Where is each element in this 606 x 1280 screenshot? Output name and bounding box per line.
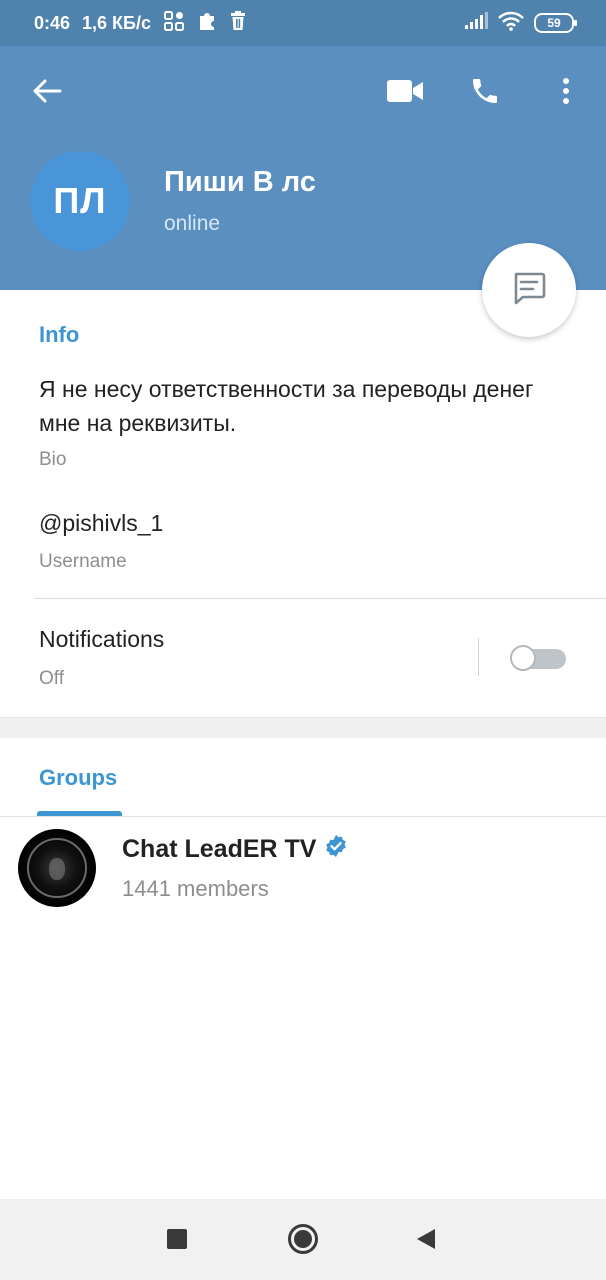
home-button[interactable] xyxy=(281,1219,325,1263)
online-status: online xyxy=(164,212,221,235)
send-message-button[interactable] xyxy=(482,243,576,337)
section-gap xyxy=(0,717,606,738)
back-triangle-icon xyxy=(415,1227,437,1256)
vertical-separator xyxy=(478,638,479,676)
wifi-icon xyxy=(498,11,524,36)
home-circle-icon xyxy=(287,1223,319,1260)
info-section-title: Info xyxy=(39,322,80,347)
message-icon xyxy=(510,269,548,312)
more-menu-button[interactable] xyxy=(544,71,588,115)
video-camera-icon xyxy=(386,78,424,109)
notifications-toggle[interactable] xyxy=(510,645,566,671)
network-speed: 1,6 КБ/с xyxy=(82,12,151,33)
divider xyxy=(34,598,606,599)
status-bar-left: 0:46 1,6 КБ/с xyxy=(34,0,247,46)
arrow-left-icon xyxy=(32,78,62,109)
signal-icon xyxy=(464,11,488,35)
avatar[interactable]: ПЛ xyxy=(30,151,130,251)
list-item[interactable]: Chat LeadER TV 1441 members xyxy=(0,820,606,916)
notifications-label[interactable]: Notifications xyxy=(39,626,164,653)
status-bar-right: 59 xyxy=(464,0,577,46)
bio-label: Bio xyxy=(39,449,67,470)
apps-grid-icon xyxy=(163,10,185,37)
group-avatar-ring xyxy=(27,838,87,898)
bio-text[interactable]: Я не несу ответственности за переводы де… xyxy=(39,372,579,440)
puzzle-icon xyxy=(197,10,217,37)
username-value[interactable]: @pishivls_1 xyxy=(39,510,163,537)
clock: 0:46 xyxy=(34,12,71,33)
recents-square-icon xyxy=(166,1228,188,1255)
phone-icon xyxy=(469,75,501,112)
group-members-count: 1441 members xyxy=(122,876,269,901)
system-nav-bar xyxy=(0,1199,606,1280)
toggle-knob xyxy=(510,645,536,671)
username-label: Username xyxy=(39,551,127,572)
call-button[interactable] xyxy=(463,71,507,115)
status-bar: 0:46 1,6 КБ/с 59 xyxy=(0,0,606,46)
notifications-state: Off xyxy=(39,668,64,689)
group-avatar-image xyxy=(49,858,65,880)
group-name: Chat LeadER TV xyxy=(122,834,348,865)
tabs-divider xyxy=(0,816,606,817)
verified-badge-icon xyxy=(324,834,348,865)
back-nav-button[interactable] xyxy=(404,1219,448,1263)
battery-indicator: 59 xyxy=(534,13,577,33)
back-button[interactable] xyxy=(25,71,69,115)
group-name-text: Chat LeadER TV xyxy=(122,835,317,863)
video-call-button[interactable] xyxy=(383,71,427,115)
trash-icon xyxy=(229,10,247,37)
tab-groups[interactable]: Groups xyxy=(39,765,117,791)
profile-name: Пиши В лс xyxy=(164,166,316,198)
avatar-initials: ПЛ xyxy=(53,180,107,221)
group-avatar xyxy=(18,829,96,907)
recents-button[interactable] xyxy=(155,1219,199,1263)
more-vertical-icon xyxy=(561,76,571,111)
